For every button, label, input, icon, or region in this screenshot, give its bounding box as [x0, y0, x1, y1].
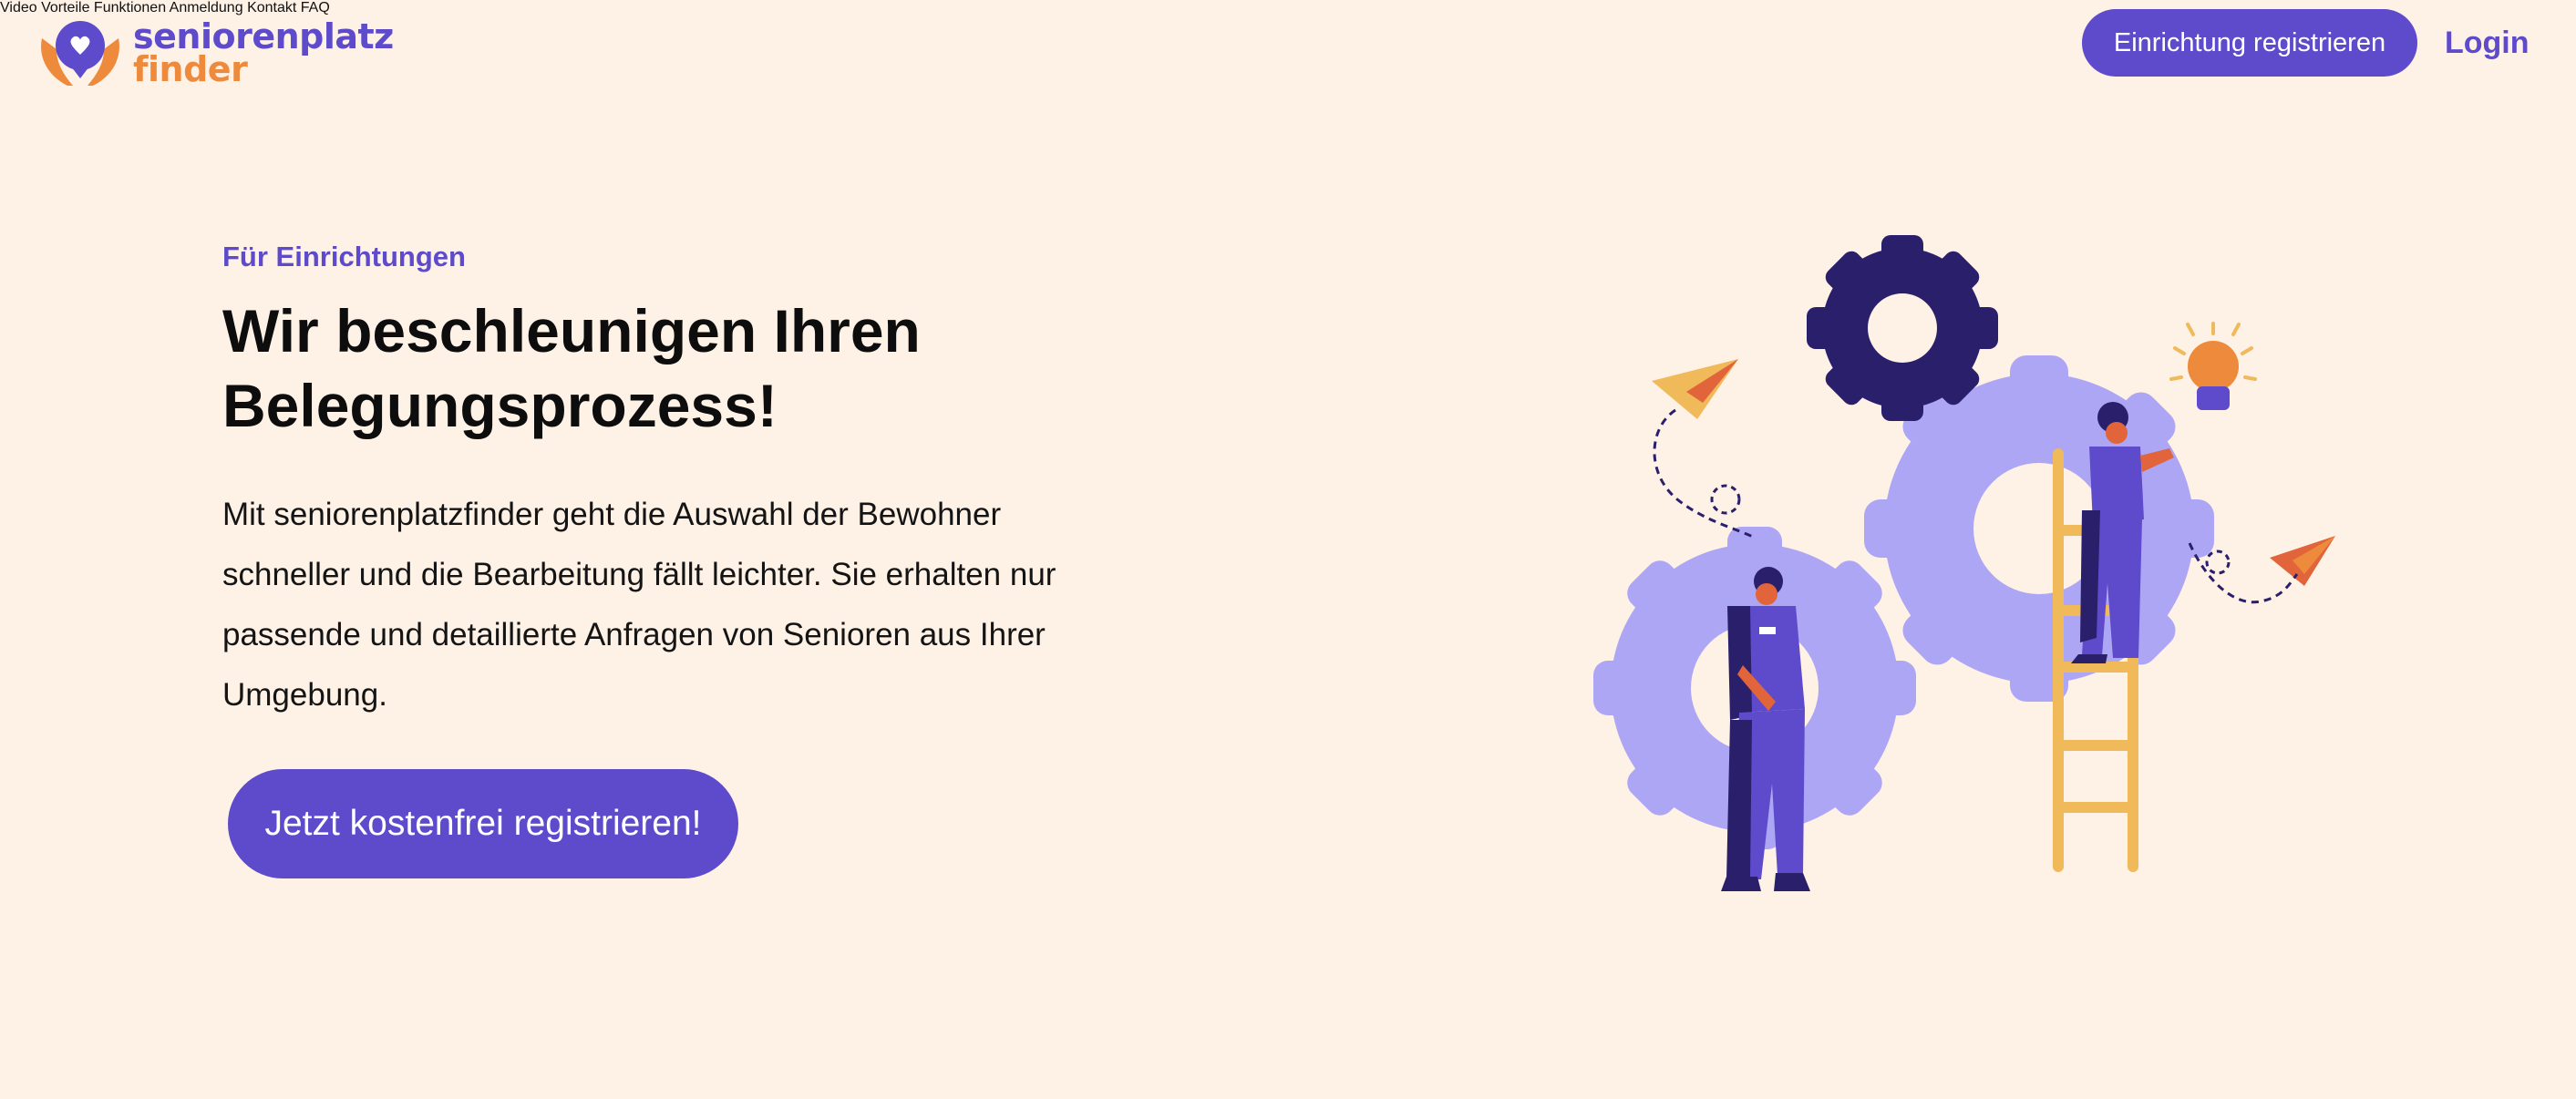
nav-item-funktionen[interactable]: Funktionen [94, 0, 166, 15]
nav-item-vorteile[interactable]: Vorteile [41, 0, 89, 15]
nav-item-video[interactable]: Video [0, 0, 37, 15]
hero-description-line1: Mit seniorenplatzfinder geht die Auswahl… [222, 497, 1002, 532]
hero-description-line4: Umgebung. [222, 677, 387, 713]
heart-hands-logo-icon [41, 21, 119, 86]
hero-kicker: Für Einrichtungen [222, 241, 466, 272]
hero-title: Wir beschleunigen Ihren Belegungsprozess… [222, 293, 1134, 443]
hero-description-line3: passende und detaillierte Anfragen von S… [222, 617, 1046, 652]
hero-description: Mit seniorenplatzfinder geht die Auswahl… [222, 485, 1152, 725]
nav-item-kontakt[interactable]: Kontakt [247, 0, 296, 15]
hero-title-line2: Belegungsprozess! [222, 372, 778, 439]
lightbulb-icon [2169, 322, 2257, 410]
hero-title-line1: Wir beschleunigen Ihren [222, 297, 921, 365]
gears-team-illustration [1593, 235, 2335, 891]
nav-item-faq[interactable]: FAQ [301, 0, 330, 15]
logo-text-line1: seniorenplatz [133, 16, 394, 56]
paper-plane-left-icon [1652, 359, 1756, 539]
register-free-button[interactable]: Jetzt kostenfrei registrieren! [228, 769, 738, 878]
register-facility-button[interactable]: Einrichtung registrieren [2082, 9, 2417, 77]
hero-description-line2: schneller und die Bearbeitung fällt leic… [222, 557, 1056, 592]
nav-item-anmeldung[interactable]: Anmeldung [170, 0, 243, 15]
login-link[interactable]: Login [2445, 20, 2530, 66]
site-header: seniorenplatz finder Video Vorteile Funk… [0, 0, 2576, 87]
logo-text-line2: finder [133, 49, 248, 89]
logo[interactable]: seniorenplatz finder [36, 18, 394, 89]
